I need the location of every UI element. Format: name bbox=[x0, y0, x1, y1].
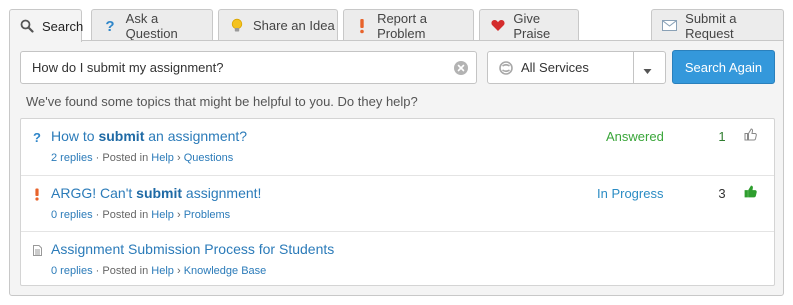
envelope-icon bbox=[662, 18, 678, 34]
tab-search[interactable]: Search bbox=[9, 9, 84, 42]
replies-link[interactable]: 0 replies bbox=[51, 265, 93, 277]
category-link[interactable]: Help bbox=[151, 152, 174, 164]
helper-text: We've found some topics that might be he… bbox=[26, 94, 418, 109]
replies-link[interactable]: 2 replies bbox=[51, 152, 93, 164]
tab-label: Give Praise bbox=[513, 10, 551, 41]
thumbs-up-icon[interactable] bbox=[744, 185, 758, 199]
tab-label: Submit a Request bbox=[685, 10, 737, 41]
search-panel: All Services Search Again We've found so… bbox=[9, 40, 784, 296]
status-badge: In Progress bbox=[597, 186, 664, 201]
subcategory-link[interactable]: Questions bbox=[184, 152, 234, 164]
subcategory-link[interactable]: Problems bbox=[184, 209, 230, 221]
tab-submit-request[interactable]: Submit a Request bbox=[651, 9, 784, 41]
dropdown-divider bbox=[633, 52, 634, 83]
question-icon: ? bbox=[102, 18, 118, 34]
subcategory-link[interactable]: Knowledge Base bbox=[184, 265, 267, 277]
result-meta: 2 replies · Posted in Help › Questions bbox=[51, 152, 234, 164]
exclamation-icon bbox=[31, 187, 43, 201]
replies-link[interactable]: 0 replies bbox=[51, 209, 93, 221]
question-icon: ? bbox=[31, 130, 43, 144]
tab-report-problem[interactable]: Report a Problem bbox=[343, 9, 474, 41]
lightbulb-icon bbox=[229, 18, 245, 34]
result-title-link[interactable]: Assignment Submission Process for Studen… bbox=[51, 241, 334, 257]
chevron-down-icon[interactable] bbox=[643, 63, 652, 78]
tab-label: Search bbox=[42, 18, 84, 34]
result-meta: 0 replies · Posted in Help › Problems bbox=[51, 209, 231, 221]
result-title-link[interactable]: ARGG! Can't submit assignment! bbox=[51, 185, 261, 201]
tab-label: Ask a Question bbox=[125, 10, 178, 41]
services-dropdown[interactable]: All Services bbox=[487, 51, 666, 84]
result-item: Assignment Submission Process for Studen… bbox=[21, 231, 774, 287]
search-icon bbox=[20, 18, 34, 34]
services-selected-value: All Services bbox=[521, 60, 589, 75]
result-meta: 0 replies · Posted in Help › Knowledge B… bbox=[51, 265, 267, 277]
tab-give-praise[interactable]: Give Praise bbox=[479, 9, 579, 41]
tab-bar: Search ? Ask a Question Share an Idea Re… bbox=[9, 9, 784, 42]
search-again-button[interactable]: Search Again bbox=[672, 50, 775, 84]
document-icon bbox=[31, 243, 43, 257]
tab-share-idea[interactable]: Share an Idea bbox=[218, 9, 338, 41]
clear-icon[interactable] bbox=[454, 61, 468, 75]
tab-ask-question[interactable]: ? Ask a Question bbox=[91, 9, 213, 41]
category-link[interactable]: Help bbox=[151, 265, 174, 277]
vote-count: 1 bbox=[718, 129, 726, 144]
heart-icon bbox=[490, 18, 505, 34]
category-link[interactable]: Help bbox=[151, 209, 174, 221]
search-field[interactable] bbox=[20, 51, 477, 84]
results-list: ? How to submit an assignment? 2 replies… bbox=[20, 118, 775, 286]
tab-label: Report a Problem bbox=[377, 10, 427, 41]
thumbs-up-icon[interactable] bbox=[744, 128, 758, 142]
result-item: ? How to submit an assignment? 2 replies… bbox=[21, 119, 774, 175]
exclamation-icon bbox=[354, 18, 369, 34]
services-icon bbox=[499, 60, 513, 75]
result-title-link[interactable]: How to submit an assignment? bbox=[51, 128, 247, 144]
svg-text:?: ? bbox=[105, 18, 114, 34]
status-badge: Answered bbox=[606, 129, 664, 144]
search-input[interactable] bbox=[21, 52, 441, 83]
svg-text:?: ? bbox=[33, 131, 41, 144]
result-item: ARGG! Can't submit assignment! 0 replies… bbox=[21, 175, 774, 231]
tab-label: Share an Idea bbox=[253, 18, 335, 33]
vote-count: 3 bbox=[718, 186, 726, 201]
